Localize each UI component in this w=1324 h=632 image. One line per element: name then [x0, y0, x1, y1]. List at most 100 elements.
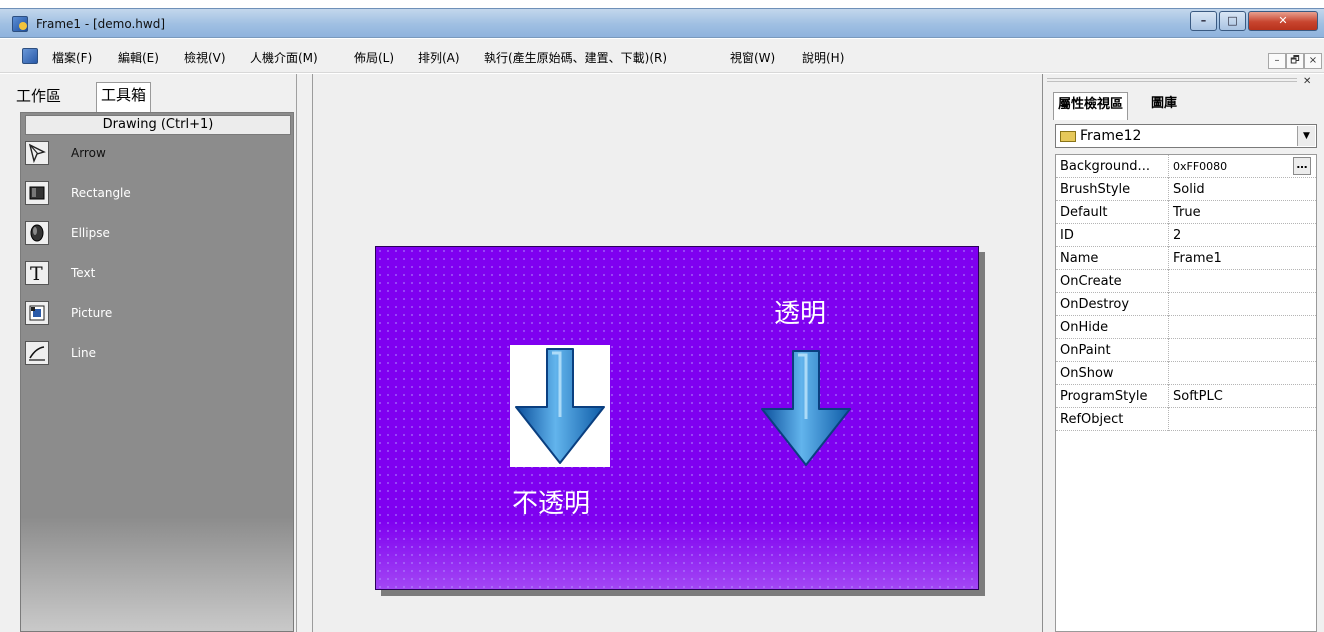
menu-view[interactable]: 檢視(V) — [184, 49, 226, 66]
tool-line[interactable]: Line — [25, 341, 285, 371]
menu-file[interactable]: 檔案(F) — [52, 49, 92, 66]
menu-hmi[interactable]: 人機介面(M) — [250, 49, 318, 66]
tool-label: Ellipse — [71, 226, 110, 240]
menu-run[interactable]: 執行(產生原始碼、建置、下載)(R) — [484, 49, 667, 66]
property-row[interactable]: RefObject — [1056, 408, 1316, 431]
column-divider — [1168, 362, 1169, 385]
property-name: OnShow — [1060, 366, 1114, 381]
ellipsis-button[interactable]: … — [1293, 157, 1311, 175]
text-icon: T — [25, 261, 49, 285]
property-name: ProgramStyle — [1060, 389, 1148, 404]
property-name: OnDestroy — [1060, 297, 1130, 312]
column-divider — [1168, 178, 1169, 201]
menu-window[interactable]: 視窗(W) — [730, 49, 775, 66]
application-window: Frame1 - [demo.hwd] – □ ✕ 檔案(F) 編輯(E) 檢視… — [0, 8, 1324, 632]
property-row[interactable]: BrushStyle Solid — [1056, 178, 1316, 201]
close-button[interactable]: ✕ — [1248, 11, 1318, 31]
minimize-button[interactable]: – — [1190, 11, 1217, 31]
column-divider — [1168, 270, 1169, 293]
picture-icon — [25, 301, 49, 325]
property-row[interactable]: ID 2 — [1056, 224, 1316, 247]
property-name: OnPaint — [1060, 343, 1111, 358]
down-arrow-transparent-icon[interactable] — [756, 347, 856, 469]
property-row[interactable]: ProgramStyle SoftPLC — [1056, 385, 1316, 408]
left-pane: 工作區 工具箱 Drawing (Ctrl+1) Arrow Rectangle — [0, 74, 312, 632]
tool-picture[interactable]: Picture — [25, 301, 285, 331]
property-row[interactable]: OnPaint — [1056, 339, 1316, 362]
property-row[interactable]: OnDestroy — [1056, 293, 1316, 316]
tool-label: Text — [71, 266, 96, 280]
column-divider — [1168, 385, 1169, 408]
tab-toolbox[interactable]: 工具箱 — [96, 82, 152, 112]
property-grid: Background... 0xFF0080 … BrushStyle Soli… — [1055, 154, 1317, 632]
property-row[interactable]: Default True — [1056, 201, 1316, 224]
column-divider — [1168, 201, 1169, 224]
tab-gallery[interactable]: 圖庫 — [1147, 92, 1181, 118]
chevron-down-icon[interactable]: ▼ — [1297, 126, 1315, 146]
menu-help[interactable]: 說明(H) — [802, 49, 844, 66]
mdi-close-button[interactable]: × — [1304, 53, 1322, 69]
down-arrow-opaque-icon[interactable] — [510, 345, 610, 467]
mdi-restore-button[interactable]: 🗗 — [1286, 53, 1304, 69]
column-divider — [1168, 155, 1169, 178]
property-value[interactable]: Solid — [1173, 182, 1205, 197]
property-name: ID — [1060, 228, 1074, 243]
title-bar[interactable]: Frame1 - [demo.hwd] – □ ✕ — [0, 8, 1324, 38]
mdi-minimize-button[interactable]: – — [1268, 53, 1286, 69]
left-pane-splitter[interactable] — [296, 74, 312, 632]
column-divider — [1168, 293, 1169, 316]
tool-label: Arrow — [71, 146, 106, 160]
maximize-button[interactable]: □ — [1219, 11, 1246, 31]
property-name: BrushStyle — [1060, 182, 1131, 197]
drawing-group-header[interactable]: Drawing (Ctrl+1) — [25, 115, 291, 135]
column-divider — [1168, 316, 1169, 339]
tool-label: Line — [71, 346, 97, 360]
property-name: Default — [1060, 205, 1108, 220]
label-opaque[interactable]: 不透明 — [512, 483, 590, 520]
frame-canvas[interactable]: 透明 不透明 — [375, 246, 979, 590]
arrow-pointer-icon — [25, 141, 49, 165]
property-name: Background... — [1060, 159, 1150, 174]
design-area: 透明 不透明 — [312, 74, 1042, 632]
right-pane: ✕ 屬性檢視區 圖庫 Frame12 ▼ Background... 0xFF0… — [1042, 74, 1324, 632]
property-row[interactable]: Name Frame1 — [1056, 247, 1316, 270]
toolbox-panel: Drawing (Ctrl+1) Arrow Rectangle Ellipse — [20, 112, 294, 632]
property-row[interactable]: OnCreate — [1056, 270, 1316, 293]
tool-rectangle[interactable]: Rectangle — [25, 181, 285, 211]
property-value[interactable]: Frame1 — [1173, 251, 1222, 266]
tab-workspace[interactable]: 工作區 — [12, 84, 65, 110]
menu-arrange[interactable]: 排列(A) — [418, 49, 460, 66]
property-value[interactable]: True — [1173, 205, 1201, 220]
svg-text:T: T — [30, 263, 43, 284]
menu-edit[interactable]: 編輯(E) — [118, 49, 159, 66]
column-divider — [1168, 408, 1169, 431]
label-transparent[interactable]: 透明 — [774, 293, 826, 330]
window-title: Frame1 - [demo.hwd] — [36, 17, 166, 31]
property-name: Name — [1060, 251, 1099, 266]
frame-object-icon — [1060, 131, 1076, 142]
pane-close-icon[interactable]: ✕ — [1303, 76, 1311, 87]
tool-label: Rectangle — [71, 186, 131, 200]
property-value[interactable]: 0xFF0080 — [1173, 160, 1227, 173]
document-icon[interactable] — [22, 48, 38, 64]
column-divider — [1168, 339, 1169, 362]
tab-properties[interactable]: 屬性檢視區 — [1053, 92, 1129, 120]
pane-grip[interactable] — [1047, 78, 1297, 82]
menu-layout[interactable]: 佈局(L) — [354, 49, 394, 66]
property-row[interactable]: OnHide — [1056, 316, 1316, 339]
tool-arrow[interactable]: Arrow — [25, 141, 285, 171]
menu-bar: 檔案(F) 編輯(E) 檢視(V) 人機介面(M) 佈局(L) 排列(A) 執行… — [0, 39, 1324, 73]
tool-text[interactable]: T Text — [25, 261, 285, 291]
line-icon — [25, 341, 49, 365]
column-divider — [1168, 224, 1169, 247]
tool-ellipse[interactable]: Ellipse — [25, 221, 285, 251]
app-icon — [12, 16, 28, 32]
property-name: OnCreate — [1060, 274, 1122, 289]
property-row[interactable]: Background... 0xFF0080 … — [1056, 155, 1316, 178]
property-value[interactable]: 2 — [1173, 228, 1181, 243]
selected-object-name: Frame12 — [1080, 128, 1142, 144]
property-value[interactable]: SoftPLC — [1173, 389, 1223, 404]
property-row[interactable]: OnShow — [1056, 362, 1316, 385]
property-name: RefObject — [1060, 412, 1124, 427]
object-select[interactable]: Frame12 ▼ — [1055, 124, 1317, 148]
